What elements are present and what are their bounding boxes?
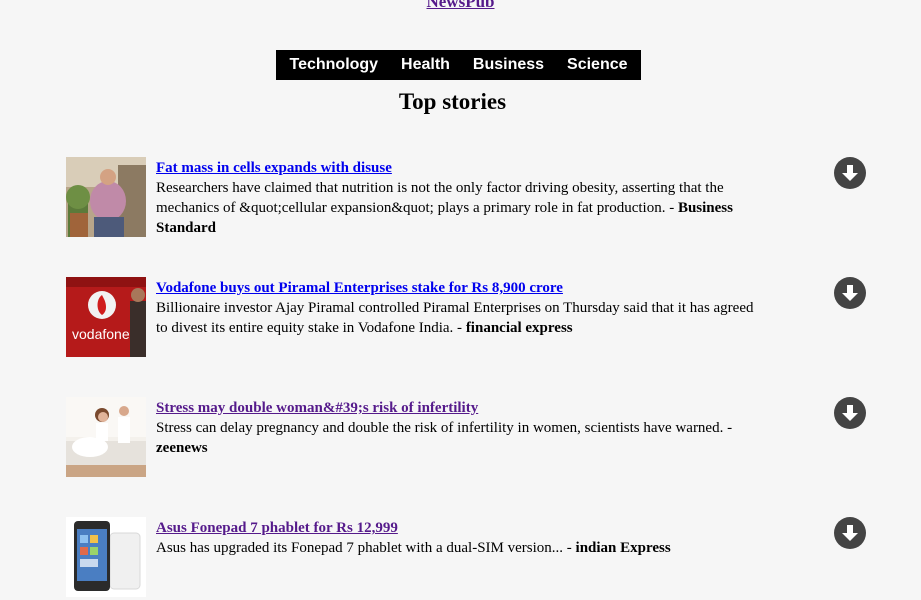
download-button[interactable] (834, 517, 866, 549)
story-summary: Billionaire investor Ajay Piramal contro… (156, 300, 754, 336)
story-thumbnail[interactable]: vodafone (66, 277, 146, 357)
story-title-link[interactable]: Fat mass in cells expands with disuse (156, 158, 756, 178)
story-source: indian Express (575, 540, 671, 556)
summary-line-1: Billionaire investor Ajay Piramal contro… (156, 300, 754, 316)
summary-line-1: Researchers have claimed that nutrition … (156, 180, 724, 196)
story-thumbnail[interactable] (66, 157, 146, 237)
story-summary: Stress can delay pregnancy and double th… (156, 420, 732, 456)
nav-business[interactable]: Business (473, 56, 544, 74)
story-content: Fat mass in cells expands with disuse Re… (156, 158, 756, 238)
story-item: Fat mass in cells expands with disuse Re… (66, 157, 876, 237)
download-button[interactable] (834, 397, 866, 429)
section-title: Top stories (398, 89, 507, 114)
svg-text:vodafone: vodafone (72, 326, 130, 342)
summary-line-1: Asus has upgraded its Fonepad 7 phablet … (156, 540, 576, 556)
story-item: Asus Fonepad 7 phablet for Rs 12,999 Asu… (66, 517, 876, 597)
story-title-link[interactable]: Vodafone buys out Piramal Enterprises st… (156, 278, 756, 298)
news-page: NewsPub Technology Health Business Scien… (0, 0, 921, 600)
tablet-photo-icon (66, 517, 146, 597)
download-arrow-icon (842, 405, 858, 421)
vodafone-logo-photo-icon: vodafone (66, 277, 146, 357)
story-content: Asus Fonepad 7 phablet for Rs 12,999 Asu… (156, 518, 756, 558)
story-thumbnail[interactable] (66, 517, 146, 597)
story-source: financial express (465, 320, 573, 336)
download-arrow-icon (842, 525, 858, 541)
obese-person-photo-icon (66, 157, 146, 237)
summary-line-2: mechanics of &quot;cellular expansion&qu… (156, 200, 678, 216)
site-brand: NewsPub (0, 0, 921, 12)
nav-science[interactable]: Science (567, 56, 627, 74)
story-item: Stress may double woman&#39;s risk of in… (66, 397, 876, 477)
summary-line-1: Stress can delay pregnancy and double th… (156, 420, 733, 436)
story-summary: Asus has upgraded its Fonepad 7 phablet … (156, 540, 671, 556)
download-arrow-icon (842, 165, 858, 181)
download-button[interactable] (834, 277, 866, 309)
story-summary: Researchers have claimed that nutrition … (156, 180, 733, 236)
summary-line-2: to divest its entire equity stake in Vod… (156, 320, 466, 336)
download-arrow-icon (842, 285, 858, 301)
story-source: zeenews (156, 440, 208, 456)
nav-health[interactable]: Health (401, 56, 450, 74)
woman-bed-photo-icon (66, 397, 146, 477)
download-button[interactable] (834, 157, 866, 189)
category-nav: Technology Health Business Science (276, 50, 641, 80)
story-thumbnail[interactable] (66, 397, 146, 477)
brand-link[interactable]: NewsPub (426, 0, 494, 11)
nav-technology[interactable]: Technology (289, 56, 378, 74)
story-title-link[interactable]: Stress may double woman&#39;s risk of in… (156, 398, 756, 418)
story-title-link[interactable]: Asus Fonepad 7 phablet for Rs 12,999 (156, 518, 756, 538)
story-content: Stress may double woman&#39;s risk of in… (156, 398, 756, 458)
story-content: Vodafone buys out Piramal Enterprises st… (156, 278, 756, 338)
story-item: vodafone Vodafone buys out Piramal Enter… (66, 277, 876, 357)
